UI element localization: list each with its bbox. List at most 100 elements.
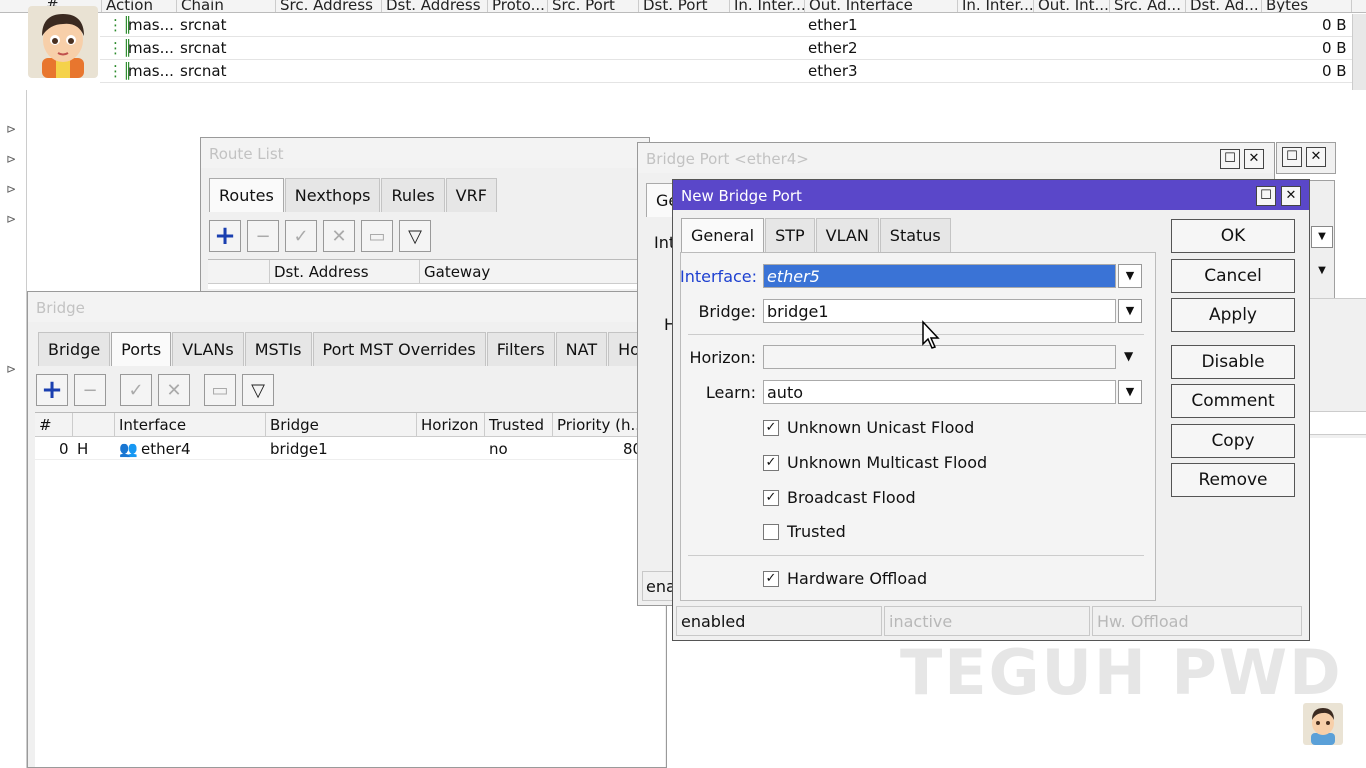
tab-port-mst-overrides[interactable]: Port MST Overrides [312,332,486,366]
hardware-offload-checkbox[interactable]: ✓ Hardware Offload [763,569,927,588]
col-action[interactable]: Action [102,0,177,12]
col-chain[interactable]: Chain [177,0,276,12]
learn-dropdown-icon[interactable]: ▼ [1118,380,1142,404]
add-button[interactable]: + [36,374,68,406]
checkbox-checked-icon[interactable]: ✓ [763,419,779,436]
col-flags[interactable] [73,413,115,437]
filter-button[interactable]: ▽ [399,220,431,252]
add-button[interactable]: + [209,220,241,252]
tab-rules[interactable]: Rules [381,178,445,212]
tab-stp[interactable]: STP [765,218,815,252]
disable-button[interactable]: Disable [1171,345,1295,379]
tab-vlan[interactable]: VLAN [815,218,879,252]
broadcast-flood-checkbox[interactable]: ✓ Broadcast Flood [763,488,916,507]
col-bytes[interactable]: Bytes [1262,0,1352,12]
close-icon[interactable]: ✕ [1306,147,1326,167]
col-interface[interactable]: Interface [115,413,266,437]
tab-bridge[interactable]: Bridge [38,332,111,366]
learn-field[interactable]: auto [763,380,1116,404]
nat-table: # Action Chain Src. Address Dst. Address… [0,0,1366,90]
bridge-window[interactable]: Bridge Bridge Ports VLANs MSTIs Port MST… [27,291,673,768]
col-dst-address-list[interactable]: Dst. Ad... [1186,0,1262,12]
filter-button[interactable]: ▽ [242,374,274,406]
bridge-titlebar[interactable]: Bridge [28,292,666,322]
col-bridge[interactable]: Bridge [266,413,417,437]
interface-dropdown-icon[interactable]: ▼ [1118,264,1142,288]
tab-mstis[interactable]: MSTIs [244,332,312,366]
comment-button[interactable]: ▭ [204,374,236,406]
route-list-titlebar[interactable]: Route List [201,138,649,168]
close-icon[interactable]: ✕ [1281,186,1301,206]
enable-button[interactable]: ✓ [120,374,152,406]
col-dst-address[interactable]: Dst. Address [270,260,420,284]
comment-button[interactable]: Comment [1171,384,1295,418]
divider [688,555,1144,556]
interface-field[interactable]: ether5 [763,264,1116,288]
col-dst-port[interactable]: Dst. Port [639,0,730,12]
bridge-port-ether4-titlebar[interactable]: Bridge Port <ether4> [638,143,1274,173]
col-out-interface[interactable]: Out. Interface [805,0,958,12]
copy-button[interactable]: Copy [1171,424,1295,458]
menu-arrow-icon[interactable]: ⊳ [6,182,16,196]
maximize-icon[interactable]: ☐ [1282,147,1302,167]
table-row[interactable]: 0 H 👥 ether4 bridge1 no 80 [35,438,665,460]
dropdown-icon[interactable]: ▼ [1311,226,1333,248]
tab-vlans[interactable]: VLANs [172,332,244,366]
table-row[interactable]: ⋮║ mas... srcnat ether2 0 B [100,37,1366,60]
mouse-cursor-icon [921,320,941,354]
comment-button[interactable]: ▭ [361,220,393,252]
col-in-interface-list[interactable]: In. Inter... [958,0,1034,12]
maximize-icon[interactable]: ☐ [1220,149,1240,169]
checkbox-unchecked-icon[interactable] [763,523,779,540]
remove-button[interactable]: − [247,220,279,252]
checkbox-checked-icon[interactable]: ✓ [763,570,779,587]
col-protocol[interactable]: Proto... [488,0,548,12]
tab-vrf[interactable]: VRF [445,178,497,212]
remove-button[interactable]: − [74,374,106,406]
col-num[interactable]: # [35,413,73,437]
col-trusted[interactable]: Trusted [485,413,553,437]
maximize-icon[interactable]: ☐ [1256,186,1276,206]
ok-button[interactable]: OK [1171,219,1295,253]
col-src-address[interactable]: Src. Address [276,0,382,12]
col-out-interface-list[interactable]: Out. Int... [1034,0,1110,12]
table-row[interactable]: ⋮║ mas... srcnat ether3 0 B [100,60,1366,83]
dropdown-icon[interactable]: ▼ [1311,261,1333,283]
col-horizon[interactable]: Horizon [417,413,485,437]
menu-arrow-icon[interactable]: ⊳ [6,152,16,166]
menu-arrow-icon[interactable]: ⊳ [6,122,16,136]
col-in-interface[interactable]: In. Inter... [730,0,806,12]
col-flags[interactable] [208,260,270,284]
table-row[interactable]: ⋮║ mas... srcnat ether1 0 B [100,14,1366,37]
nat-scrollbar[interactable] [1352,14,1366,90]
enable-button[interactable]: ✓ [285,220,317,252]
col-src-address-list[interactable]: Src. Ad... [1110,0,1186,12]
disable-button[interactable]: ✕ [158,374,190,406]
tab-routes[interactable]: Routes [209,178,284,212]
tab-general[interactable]: General [681,218,765,252]
menu-arrow-icon[interactable]: ⊳ [6,212,16,226]
bridge-dropdown-icon[interactable]: ▼ [1118,299,1142,323]
route-list-window[interactable]: Route List Routes Nexthops Rules VRF + −… [200,137,650,297]
unknown-unicast-flood-checkbox[interactable]: ✓ Unknown Unicast Flood [763,418,974,437]
disable-button[interactable]: ✕ [323,220,355,252]
new-bridge-port-titlebar[interactable]: New Bridge Port [673,180,1309,210]
checkbox-checked-icon[interactable]: ✓ [763,489,779,506]
tab-nat[interactable]: NAT [555,332,608,366]
tab-ports[interactable]: Ports [111,332,172,366]
col-dst-address[interactable]: Dst. Address [382,0,488,12]
menu-arrow-icon[interactable]: ⊳ [6,362,16,376]
horizon-dropdown-icon[interactable]: ▼ [1124,349,1133,363]
tab-nexthops[interactable]: Nexthops [284,178,381,212]
col-src-port[interactable]: Src. Port [548,0,639,12]
trusted-checkbox[interactable]: Trusted [763,522,846,541]
tab-status[interactable]: Status [879,218,951,252]
close-icon[interactable]: ✕ [1244,149,1264,169]
cancel-button[interactable]: Cancel [1171,259,1295,293]
tab-filters[interactable]: Filters [486,332,555,366]
checkbox-checked-icon[interactable]: ✓ [763,454,779,471]
remove-button[interactable]: Remove [1171,463,1295,497]
apply-button[interactable]: Apply [1171,298,1295,332]
unknown-multicast-flood-checkbox[interactable]: ✓ Unknown Multicast Flood [763,453,987,472]
col-gateway[interactable]: Gateway [420,260,648,284]
